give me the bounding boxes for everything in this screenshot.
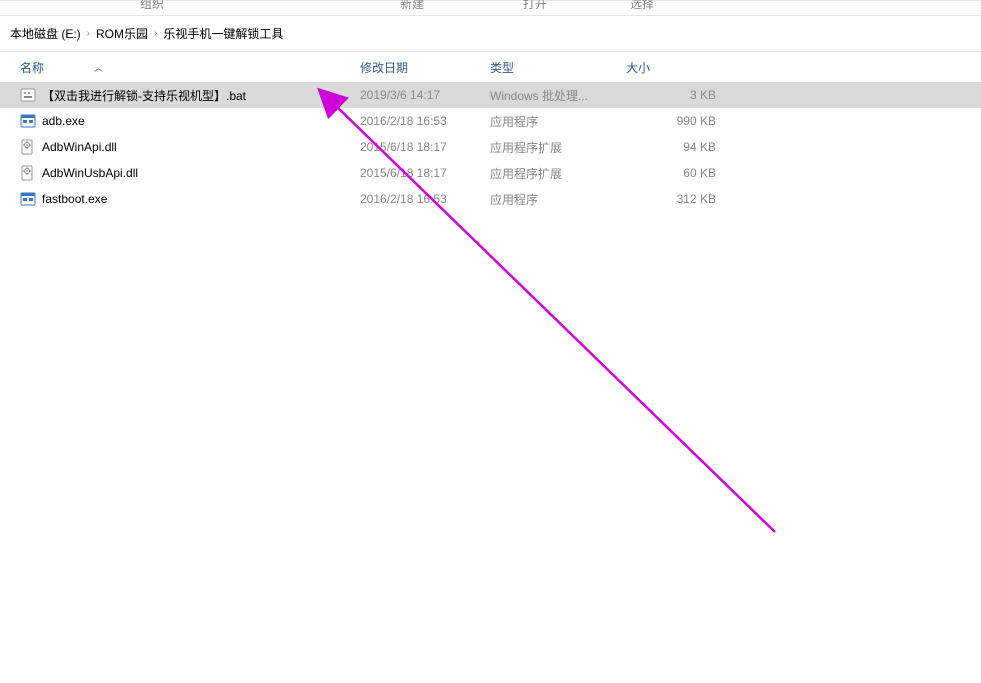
breadcrumb-folder1[interactable]: ROM乐园 [94,25,150,42]
file-row[interactable]: AdbWinApi.dll 2015/6/18 18:17应用程序扩展94 KB [0,134,981,160]
file-size-cell: 3 KB [626,88,726,102]
file-name-label: AdbWinUsbApi.dll [42,166,138,180]
file-date-cell: 2015/6/18 18:17 [360,140,490,154]
file-row[interactable]: adb.exe 2016/2/18 16:53应用程序990 KB [0,108,981,134]
file-size-cell: 990 KB [626,114,726,128]
file-date-cell: 2015/6/18 18:17 [360,166,490,180]
file-size-cell: 94 KB [626,140,726,154]
menu-organize[interactable]: 组织 [140,0,164,12]
column-name[interactable]: 名称 ︿ [20,59,360,76]
exe-file-icon [20,113,36,129]
menu-new[interactable]: 新建 [400,0,424,12]
column-name-label: 名称 [20,59,44,76]
address-bar[interactable]: 本地磁盘 (E:) › ROM乐园 › 乐视手机一键解锁工具 [0,16,981,52]
file-name-label: 【双击我进行解锁-支持乐视机型】.bat [42,87,246,104]
file-name-label: AdbWinApi.dll [42,140,117,154]
menu-select[interactable]: 选择 [630,0,654,12]
exe-file-icon [20,191,36,207]
file-name-cell: 【双击我进行解锁-支持乐视机型】.bat [20,87,360,104]
column-type[interactable]: 类型 [490,59,626,76]
file-type-cell: 应用程序扩展 [490,139,626,156]
file-date-cell: 2016/2/18 16:53 [360,192,490,206]
chevron-right-icon[interactable]: › [87,28,90,39]
file-row[interactable]: 【双击我进行解锁-支持乐视机型】.bat 2019/3/6 14:17Window… [0,82,981,108]
file-name-cell: AdbWinUsbApi.dll [20,165,360,181]
file-list-panel: 名称 ︿ 修改日期 类型 大小 【双击我进行解锁-支持乐视机型】.bat 2019… [0,52,981,683]
file-date-cell: 2016/2/18 16:53 [360,114,490,128]
file-name-label: fastboot.exe [42,192,107,206]
breadcrumb-drive[interactable]: 本地磁盘 (E:) [8,25,83,42]
sort-arrow-icon: ︿ [94,61,103,74]
file-row[interactable]: AdbWinUsbApi.dll 2015/6/18 18:17应用程序扩展60 … [0,160,981,186]
file-name-cell: adb.exe [20,113,360,129]
file-size-cell: 60 KB [626,166,726,180]
bat-file-icon [20,87,36,103]
breadcrumb-folder2[interactable]: 乐视手机一键解锁工具 [161,25,285,42]
column-headers: 名称 ︿ 修改日期 类型 大小 [0,52,981,82]
dll-file-icon [20,165,36,181]
file-size-cell: 312 KB [626,192,726,206]
file-type-cell: 应用程序 [490,191,626,208]
column-date[interactable]: 修改日期 [360,59,490,76]
file-type-cell: 应用程序 [490,113,626,130]
file-type-cell: Windows 批处理... [490,87,626,104]
file-name-cell: fastboot.exe [20,191,360,207]
chevron-right-icon[interactable]: › [154,28,157,39]
ribbon-menu: 组织 新建 打开 选择 [0,1,981,16]
file-name-label: adb.exe [42,114,85,128]
dll-file-icon [20,139,36,155]
file-name-cell: AdbWinApi.dll [20,139,360,155]
file-date-cell: 2019/3/6 14:17 [360,88,490,102]
file-type-cell: 应用程序扩展 [490,165,626,182]
menu-open[interactable]: 打开 [523,0,547,12]
file-row[interactable]: fastboot.exe 2016/2/18 16:53应用程序312 KB [0,186,981,212]
column-size[interactable]: 大小 [626,59,726,76]
